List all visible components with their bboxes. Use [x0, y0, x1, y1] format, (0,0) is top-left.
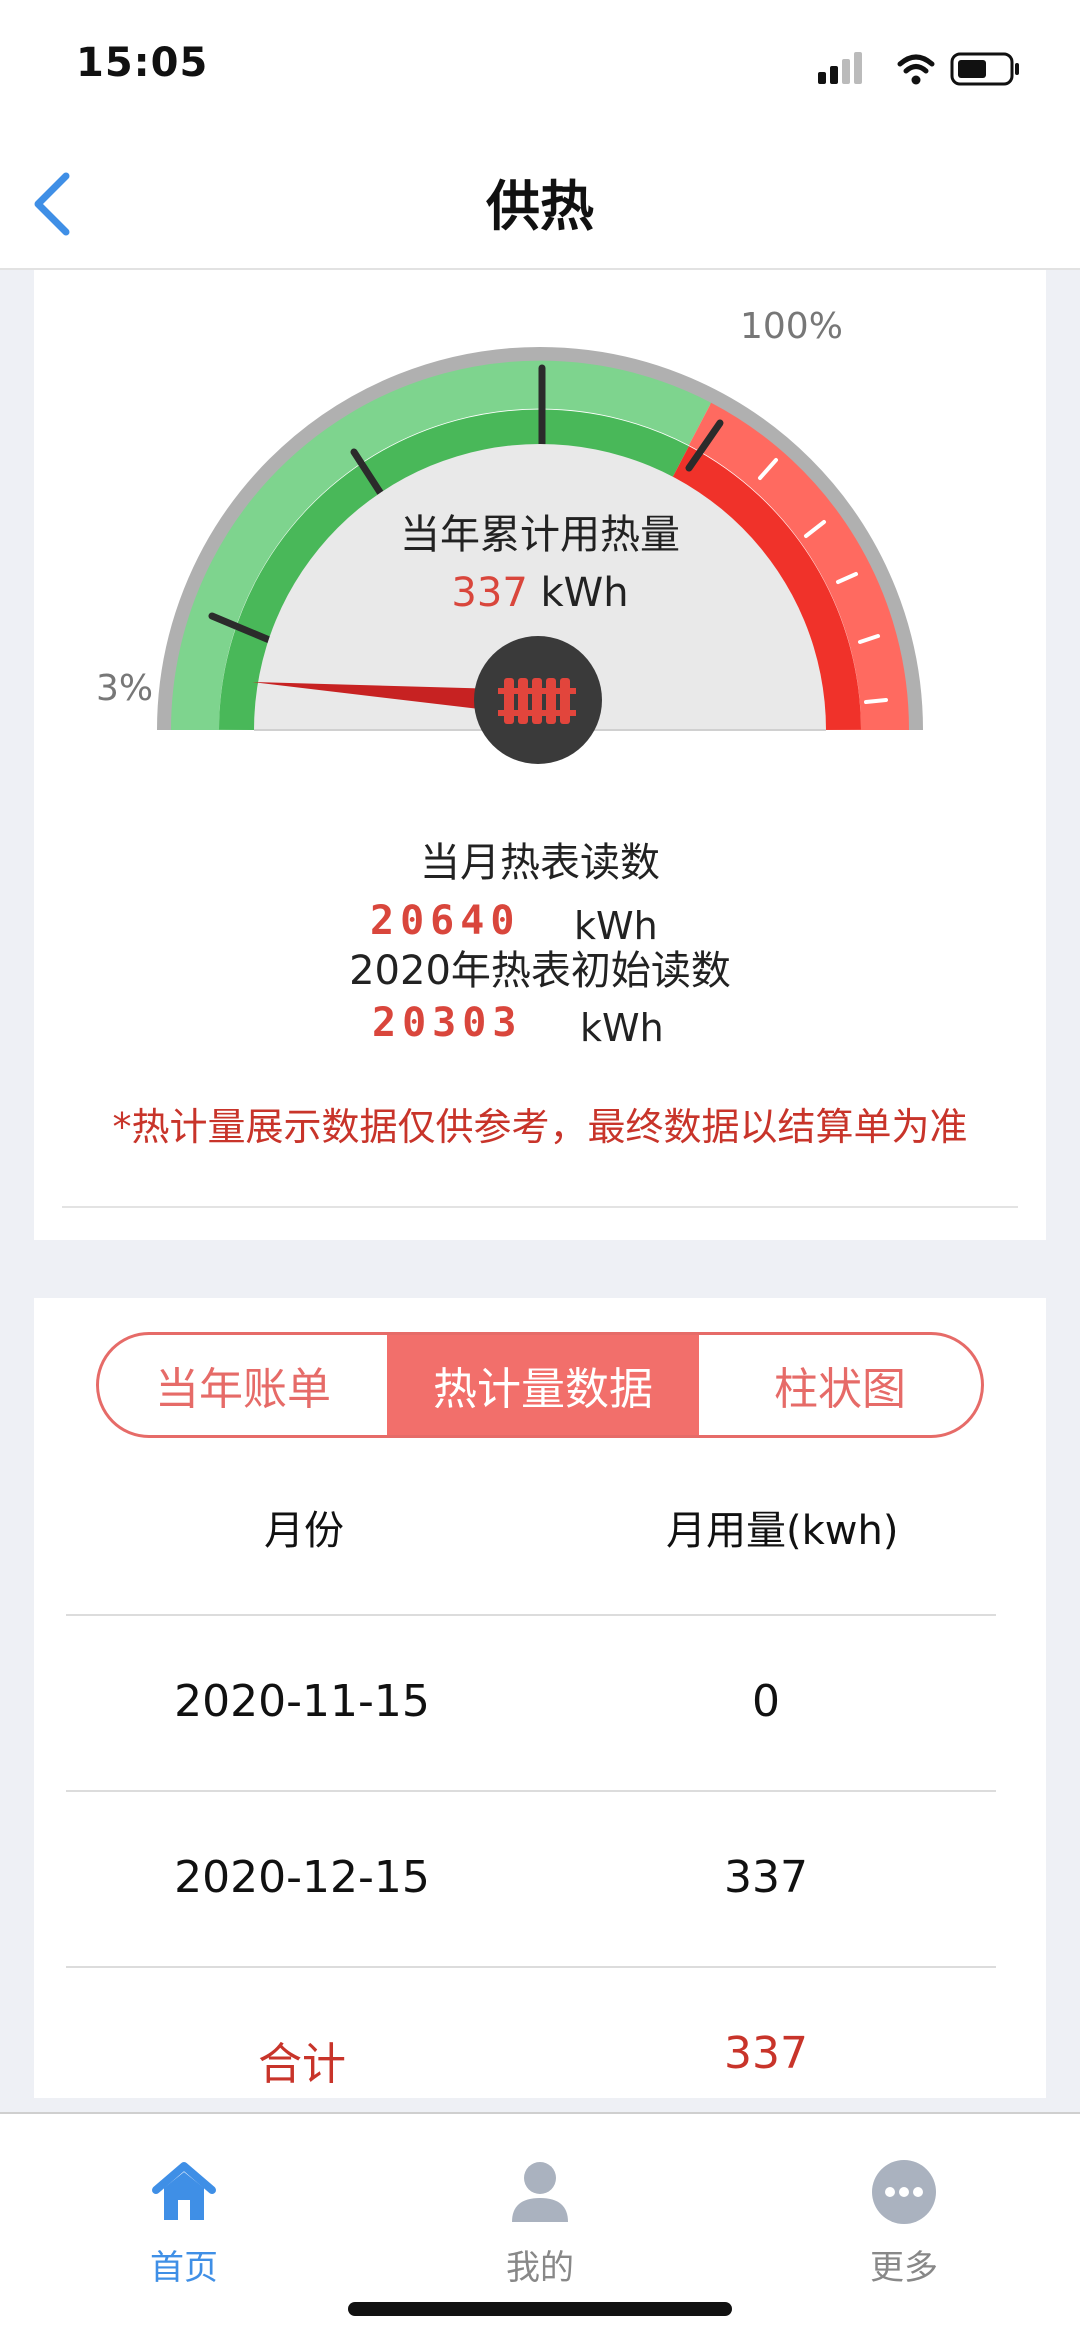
- battery-icon: [950, 52, 1019, 86]
- table-divider: [66, 1966, 996, 1968]
- initial-reading-unit: kWh: [580, 1006, 664, 1050]
- tabbar-item-home[interactable]: 首页: [84, 2114, 284, 2314]
- tabbar-label: 更多: [870, 2248, 938, 2288]
- divider: [62, 1206, 1018, 1208]
- total-label: 合计: [258, 2039, 346, 2090]
- table-cell-usage: 337: [724, 1852, 808, 1903]
- tabbar-item-mine[interactable]: 我的: [440, 2114, 640, 2314]
- initial-reading-title: 2020年热表初始读数: [349, 948, 731, 994]
- heat-usage-card: 3% 100% 当年累计用热量 337 kWh 当月热表读数 20640 kWh…: [34, 270, 1046, 1240]
- table-cell-usage: 0: [752, 1676, 780, 1727]
- home-icon: [152, 2162, 216, 2220]
- status-bar: 15:05: [0, 0, 1080, 140]
- table-divider: [66, 1790, 996, 1792]
- wifi-icon: [897, 54, 935, 85]
- nav-bar: 供热: [0, 140, 1080, 270]
- gauge-min-label: 3%: [96, 668, 154, 709]
- tabbar-item-more[interactable]: 更多: [804, 2114, 1004, 2314]
- status-icons: [818, 52, 1019, 86]
- initial-reading-value: 20303: [372, 1000, 523, 1046]
- disclaimer-note: *热计量展示数据仅供参考，最终数据以结算单为准: [112, 1105, 968, 1149]
- gauge-max-label: 100%: [740, 306, 843, 347]
- month-reading-title: 当月热表读数: [420, 840, 660, 886]
- tabbar-label: 首页: [150, 2248, 218, 2288]
- signal-icon: [818, 52, 862, 84]
- heat-data-card: 当年账单 热计量数据 柱状图 月份 月用量(kwh) 2020-11-15 0 …: [34, 1298, 1046, 2098]
- tab-bar-chart[interactable]: 柱状图: [699, 1335, 981, 1435]
- tab-heat-data[interactable]: 热计量数据: [387, 1335, 699, 1435]
- gauge-value-line: 337 kWh: [34, 570, 1046, 616]
- radiator-icon: [498, 678, 576, 724]
- gauge-unit: kWh: [540, 570, 629, 616]
- total-value: 337: [724, 2028, 808, 2079]
- tab-annual-bill[interactable]: 当年账单: [99, 1335, 387, 1435]
- table-cell-month: 2020-12-15: [174, 1852, 430, 1903]
- gauge-title: 当年累计用热量: [400, 512, 680, 558]
- table-cell-month: 2020-11-15: [174, 1676, 430, 1727]
- user-icon: [512, 2162, 568, 2222]
- header-month: 月份: [264, 1508, 344, 1554]
- status-time: 15:05: [76, 40, 209, 86]
- segmented-tabs: 当年账单 热计量数据 柱状图: [96, 1332, 984, 1438]
- gauge-value: 337: [451, 570, 528, 616]
- page-title: 供热: [486, 175, 594, 238]
- home-indicator: [348, 2302, 732, 2316]
- header-usage: 月用量(kwh): [666, 1508, 899, 1554]
- tabbar-label: 我的: [506, 2248, 574, 2288]
- more-icon: [872, 2160, 936, 2224]
- table-divider: [66, 1614, 996, 1616]
